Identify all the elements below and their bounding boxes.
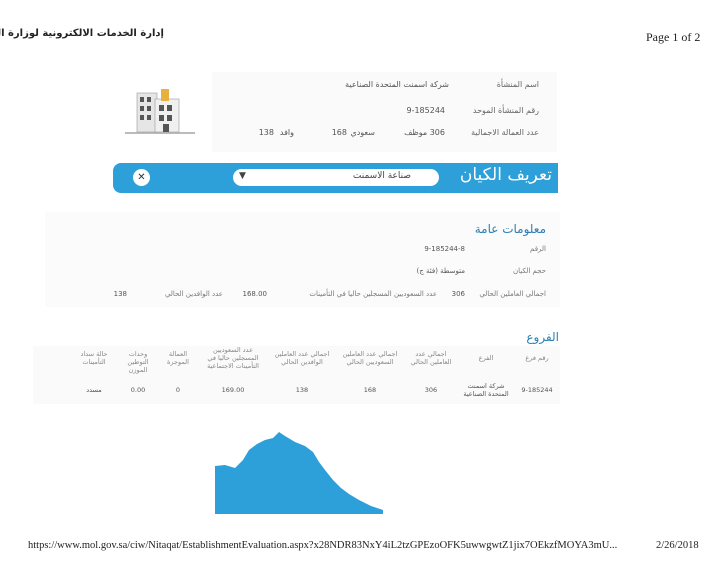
entity-number-label: الرقم — [530, 245, 546, 253]
total-workers-value: 306 موظف — [404, 128, 445, 137]
branch-leased-labor-header: العمالة الموجرة — [167, 350, 189, 366]
footer-date: 2/26/2018 — [656, 540, 699, 551]
branch-registered-saudis-cell: 169.00 — [221, 386, 245, 394]
chevron-down-icon[interactable]: ▼ — [239, 171, 246, 181]
general-info-section: معلومات عامة الرقم 9-185244-8 حجم الكيان… — [45, 212, 560, 307]
branch-payment-status-header: حالة سداد التأمينات — [80, 350, 108, 366]
branch-payment-status-cell: مسدد — [86, 386, 102, 394]
branch-registered-saudis-header: عدد السعوديين المسجلين حاليا في التأمينا… — [207, 346, 259, 370]
branches-table: رقم فرع الفرع اجمالي عدد العاملين الحالي… — [33, 346, 560, 404]
entity-size-value: متوسطة (فئة ج) — [416, 267, 465, 275]
building-icon — [125, 87, 195, 135]
general-info-title: معلومات عامة — [474, 222, 546, 236]
branch-name-cell: شركة اسمنت المتحدة الصناعية — [463, 382, 509, 398]
unified-number-label: رقم المنشأة الموحد — [472, 106, 539, 115]
entity-type-select[interactable]: صناعة الاسمنت ▼ — [233, 169, 439, 186]
page-header-title: إدارة الخدمات الالكترونية لوزارة العمل — [0, 28, 164, 39]
entity-number-value: 9-185244-8 — [424, 245, 465, 253]
branch-number-header: رقم فرع — [525, 354, 549, 362]
page-number: Page 1 of 2 — [646, 30, 701, 44]
branch-expat-workers-header: اجمالي عدد العاملين الوافدين الحالي — [274, 350, 330, 366]
establishment-info-card: اسم المنشأة شركة اسمنت المتحدة الصناعية … — [212, 72, 557, 152]
total-workers-label: عدد العمالة الاجمالية — [471, 128, 539, 137]
establishment-name-label: اسم المنشأة — [496, 80, 539, 89]
branch-number-cell: 9-185244 — [521, 386, 553, 394]
branch-name-header: الفرع — [478, 354, 494, 362]
current-total-workers-label: اجمالي العاملين الحالي — [479, 290, 546, 298]
current-total-workers-value: 306 — [451, 290, 465, 298]
saudi-map-image — [215, 432, 395, 514]
registered-saudis-value: 168.00 — [242, 290, 268, 298]
current-expats-value: 138 — [113, 290, 127, 298]
branch-total-workers-cell: 306 — [424, 386, 438, 394]
branch-weighted-units-cell: 0.00 — [130, 386, 146, 394]
saudi-workers-value: 168 — [331, 128, 347, 137]
branch-leased-labor-cell: 0 — [175, 386, 181, 394]
unified-number-value: 9-185244 — [406, 106, 445, 115]
close-icon[interactable]: ✕ — [133, 169, 150, 186]
saudi-workers-label: سعودي — [350, 128, 375, 137]
entity-definition-title: تعريف الكيان — [459, 165, 552, 185]
branches-title: الفروع — [526, 330, 559, 344]
expat-workers-label: وافد — [279, 128, 294, 137]
establishment-name-value: شركة اسمنت المتحدة الصناعية — [345, 80, 449, 89]
branch-saudi-workers-header: اجمالي عدد العاملين السعوديين الحالي — [342, 350, 398, 366]
entity-type-selected-value: صناعة الاسمنت — [352, 171, 411, 181]
current-expats-label: عدد الوافدين الحالي — [164, 290, 223, 298]
branch-expat-workers-cell: 138 — [295, 386, 309, 394]
footer-url[interactable]: https://www.mol.gov.sa/ciw/Nitaqat/Estab… — [28, 540, 617, 551]
expat-workers-value: 138 — [258, 128, 274, 137]
branch-weighted-units-header: وحدات التوطين الموزن — [127, 350, 149, 374]
branch-total-workers-header: اجمالي عدد العاملين الحالي — [410, 350, 452, 366]
branch-saudi-workers-cell: 168 — [363, 386, 377, 394]
entity-size-label: حجم الكيان — [512, 267, 546, 275]
registered-saudis-label: عدد السعوديين المسجلين حاليا في التأمينا… — [309, 290, 437, 298]
entity-definition-banner: تعريف الكيان صناعة الاسمنت ▼ ✕ — [113, 163, 558, 193]
